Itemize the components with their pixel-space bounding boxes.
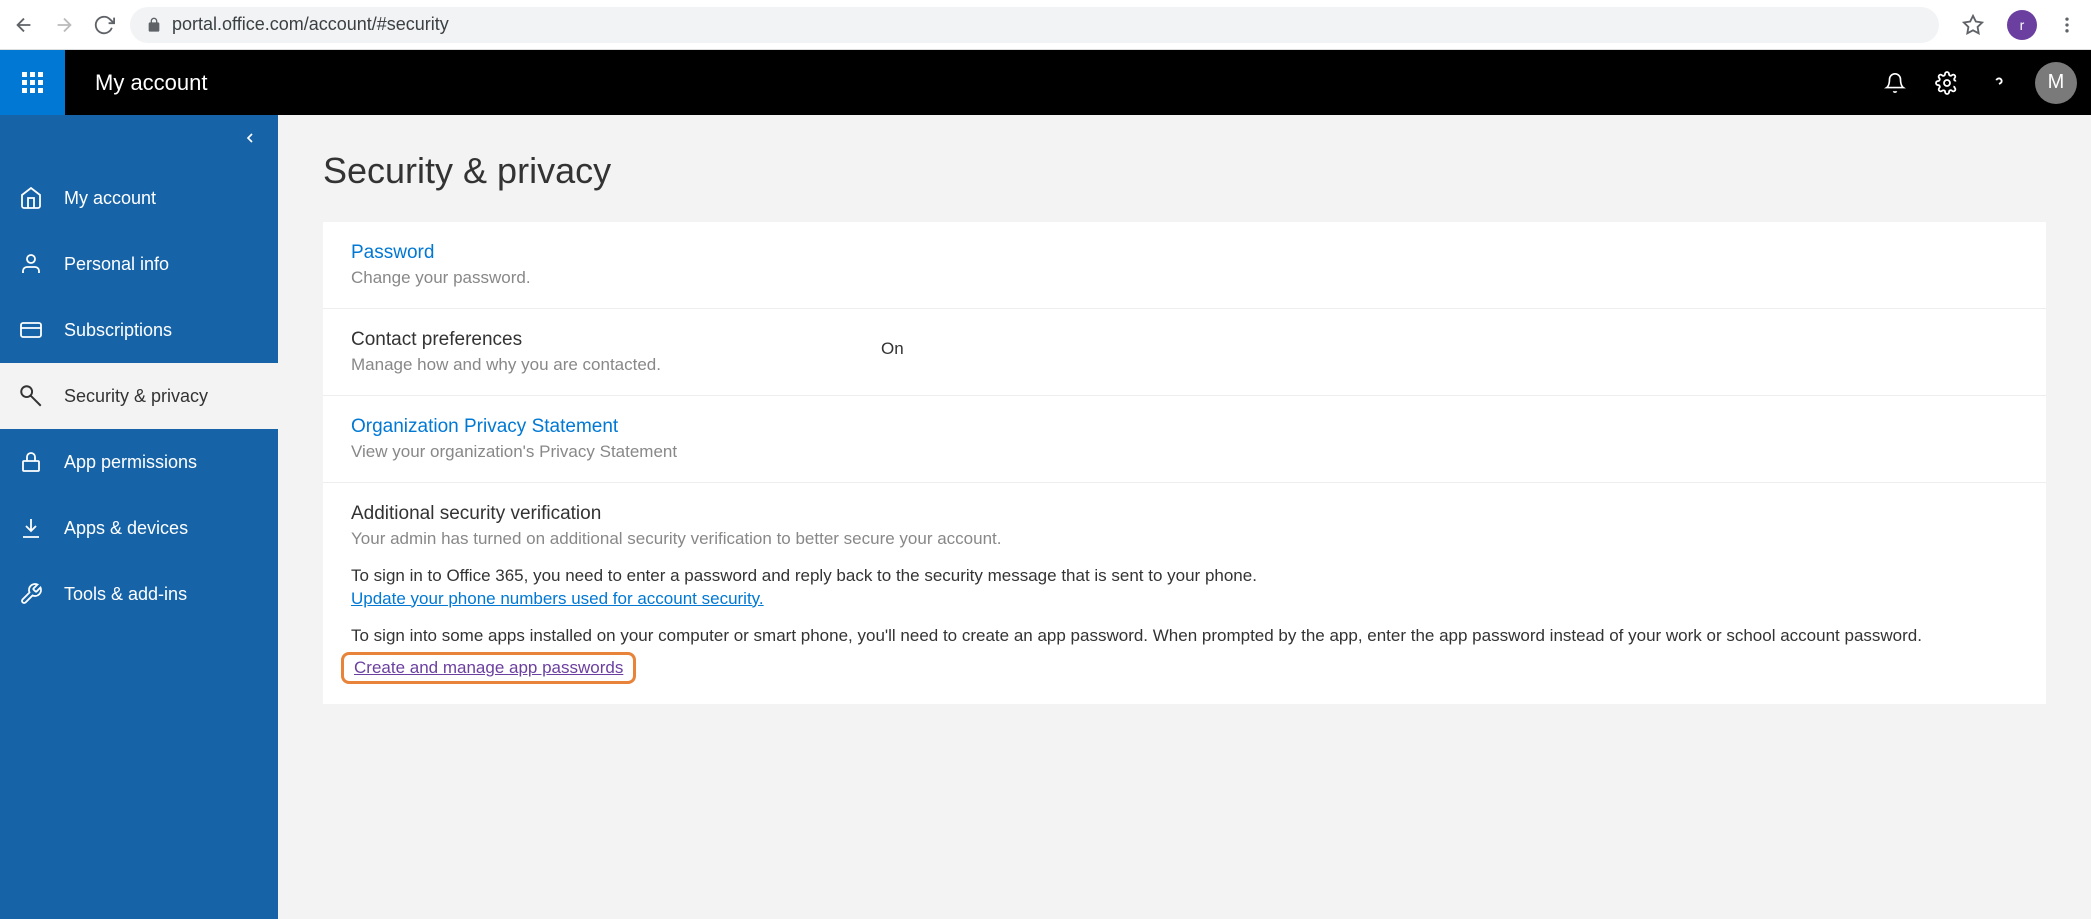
additional-title: Additional security verification	[351, 503, 2018, 525]
contact-title: Contact preferences	[351, 329, 881, 351]
sidebar-item-my-account[interactable]: My account	[0, 165, 278, 231]
back-button[interactable]	[10, 11, 38, 39]
sidebar-item-personal-info[interactable]: Personal info	[0, 231, 278, 297]
sidebar-item-tools-addins[interactable]: Tools & add-ins	[0, 561, 278, 627]
update-phone-link[interactable]: Update your phone numbers used for accou…	[351, 589, 764, 608]
collapse-sidebar-button[interactable]	[242, 130, 258, 146]
section-contact[interactable]: Contact preferences Manage how and why y…	[323, 309, 2046, 396]
section-password[interactable]: Password Change your password.	[323, 222, 2046, 309]
reload-button[interactable]	[90, 11, 118, 39]
section-org-privacy[interactable]: Organization Privacy Statement View your…	[323, 396, 2046, 483]
download-icon	[18, 516, 44, 540]
browser-toolbar: portal.office.com/account/#security r	[0, 0, 2091, 50]
app-launcher-button[interactable]	[0, 50, 65, 115]
sidebar-item-label: Tools & add-ins	[64, 584, 187, 605]
sidebar-item-security[interactable]: Security & privacy	[0, 363, 278, 429]
wrench-icon	[18, 582, 44, 606]
password-link[interactable]: Password	[351, 242, 2018, 264]
settings-panel: Password Change your password. Contact p…	[323, 222, 2046, 704]
password-desc: Change your password.	[351, 268, 2018, 288]
waffle-icon	[22, 72, 43, 93]
content-area: My account Personal info Subscriptions S…	[0, 115, 2091, 919]
forward-button[interactable]	[50, 11, 78, 39]
user-avatar[interactable]: M	[2035, 62, 2077, 104]
app-header: My account M	[0, 50, 2091, 115]
url-text: portal.office.com/account/#security	[172, 14, 1923, 35]
main-panel: Security & privacy Password Change your …	[278, 115, 2091, 919]
browser-menu-icon[interactable]	[2053, 11, 2081, 39]
sidebar-item-subscriptions[interactable]: Subscriptions	[0, 297, 278, 363]
org-privacy-link[interactable]: Organization Privacy Statement	[351, 416, 2018, 438]
sidebar-item-label: Security & privacy	[64, 386, 208, 407]
app-title: My account	[95, 70, 208, 96]
app-passwords-link[interactable]: Create and manage app passwords	[354, 658, 623, 677]
help-button[interactable]	[1977, 61, 2021, 105]
person-icon	[18, 252, 44, 276]
sidebar-item-label: App permissions	[64, 452, 197, 473]
page-title: Security & privacy	[323, 150, 2046, 192]
sidebar-item-label: Personal info	[64, 254, 169, 275]
bookmark-star-icon[interactable]	[1959, 11, 1987, 39]
highlight-annotation: Create and manage app passwords	[341, 652, 636, 684]
address-bar[interactable]: portal.office.com/account/#security	[130, 7, 1939, 43]
browser-profile-avatar[interactable]: r	[2007, 10, 2037, 40]
additional-line2: To sign into some apps installed on your…	[351, 623, 2018, 649]
sidebar: My account Personal info Subscriptions S…	[0, 115, 278, 919]
sidebar-item-label: Subscriptions	[64, 320, 172, 341]
notifications-button[interactable]	[1873, 61, 1917, 105]
sidebar-item-app-permissions[interactable]: App permissions	[0, 429, 278, 495]
settings-button[interactable]	[1925, 61, 1969, 105]
lock-icon	[18, 450, 44, 474]
contact-value: On	[881, 329, 904, 375]
additional-line1: To sign in to Office 365, you need to en…	[351, 563, 2018, 589]
section-additional-security: Additional security verification Your ad…	[323, 483, 2046, 704]
lock-icon	[146, 17, 162, 33]
additional-desc: Your admin has turned on additional secu…	[351, 529, 2018, 549]
org-privacy-desc: View your organization's Privacy Stateme…	[351, 442, 2018, 462]
home-icon	[18, 186, 44, 210]
sidebar-item-label: Apps & devices	[64, 518, 188, 539]
card-icon	[18, 318, 44, 342]
contact-desc: Manage how and why you are contacted.	[351, 355, 881, 375]
key-icon	[18, 383, 44, 409]
sidebar-item-label: My account	[64, 188, 156, 209]
sidebar-item-apps-devices[interactable]: Apps & devices	[0, 495, 278, 561]
